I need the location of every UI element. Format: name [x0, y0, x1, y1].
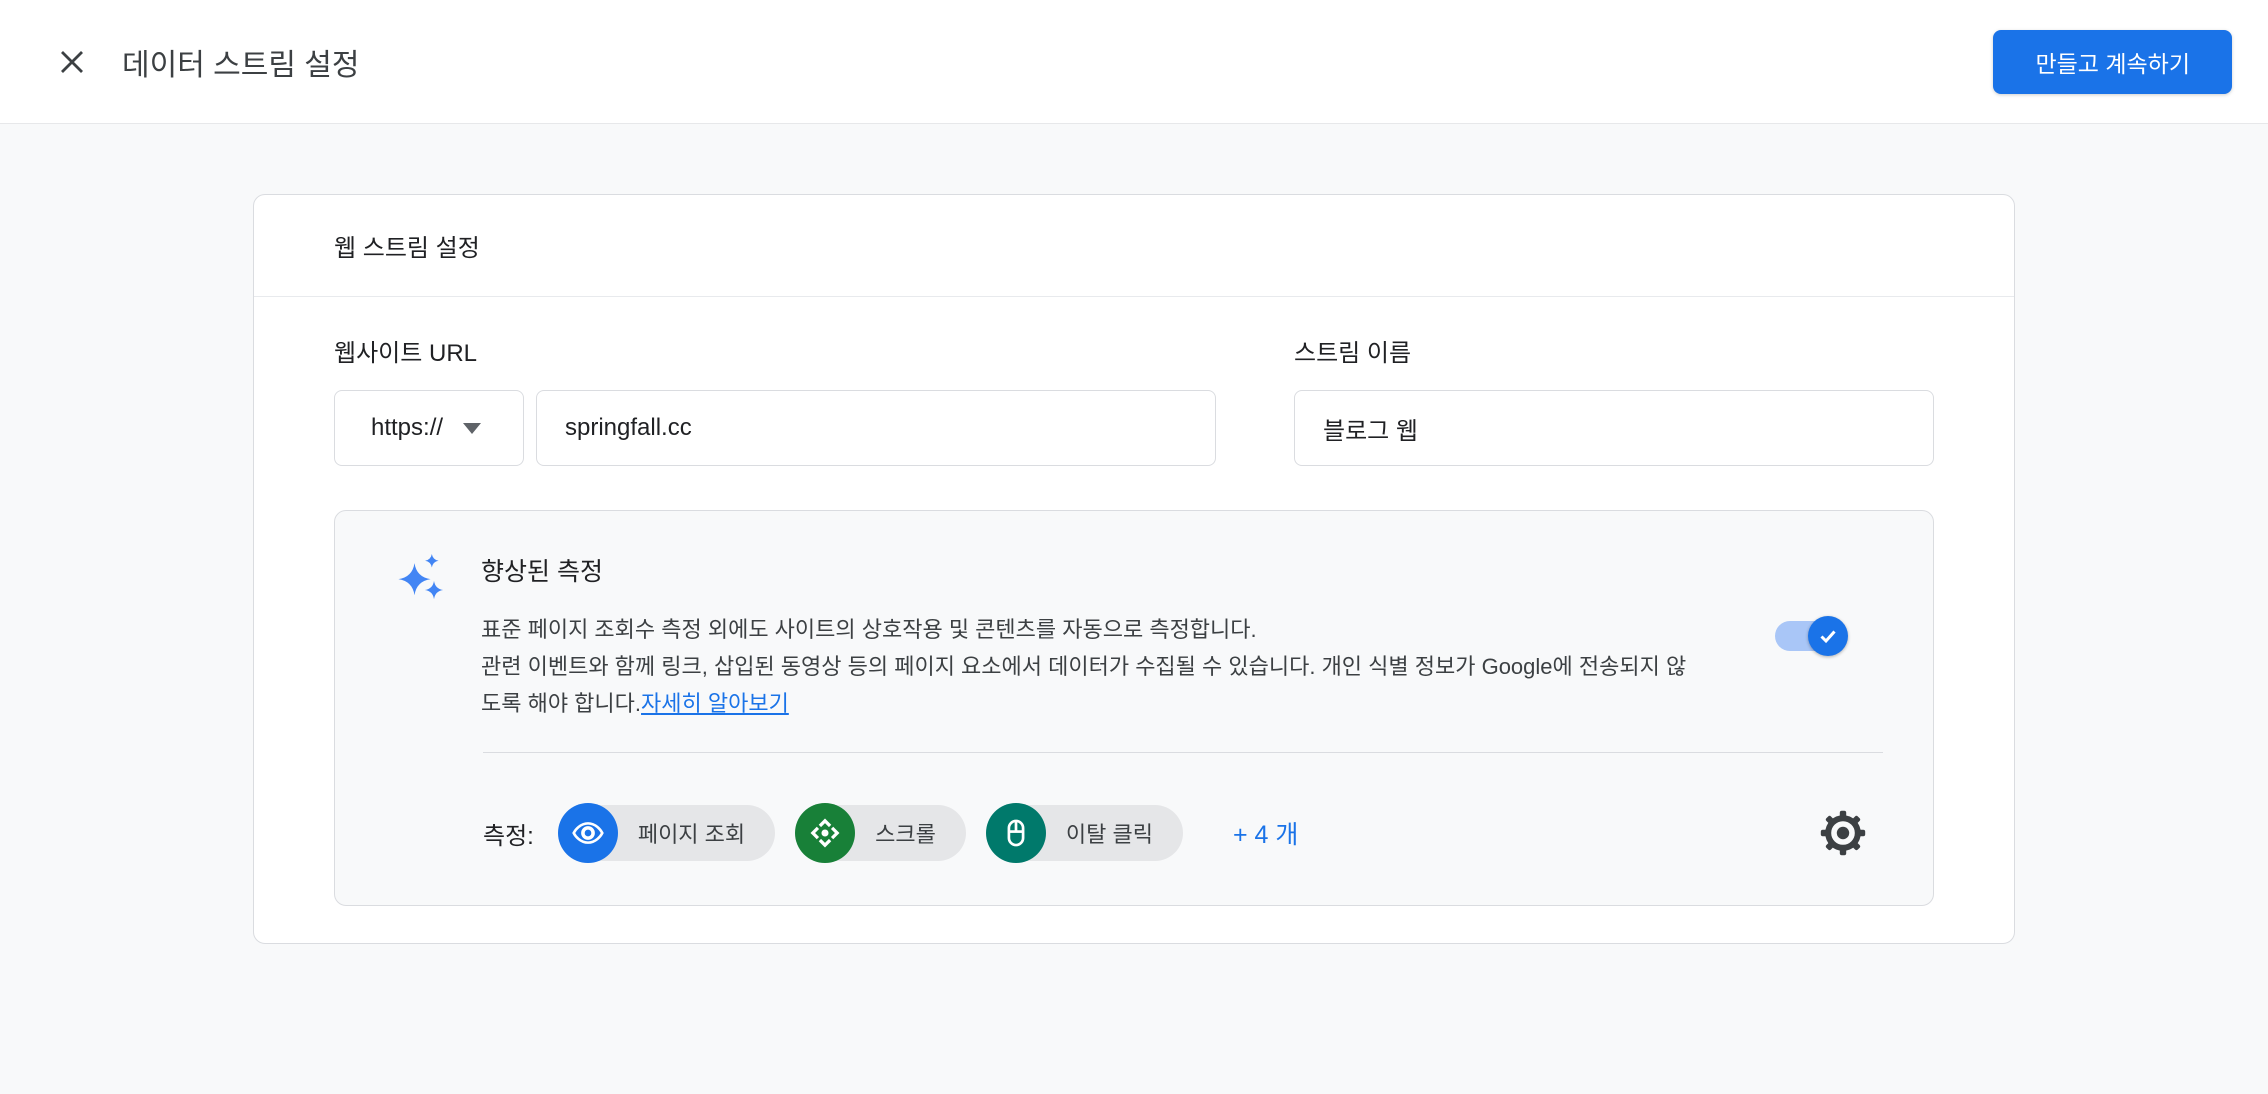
measure-label: 측정:: [483, 816, 534, 851]
chip-label: 페이지 조회: [638, 817, 745, 849]
mouse-icon: [999, 816, 1033, 850]
chip-label: 스크롤: [875, 817, 936, 849]
chevron-down-icon: [463, 423, 481, 434]
measurement-row: 측정: 페이지 조회: [335, 753, 1933, 913]
toggle-thumb: [1808, 616, 1848, 656]
stream-form: 웹사이트 URL https:// 스트림 이름: [334, 333, 1934, 466]
chip-page-view: 페이지 조회: [560, 805, 775, 861]
card-title: 웹 스트림 설정: [334, 228, 480, 263]
description-line-2: 관련 이벤트와 함께 링크, 삽입된 동영상 등의 페이지 요소에서 데이터가 …: [481, 648, 1686, 685]
page-title: 데이터 스트림 설정: [122, 40, 359, 84]
page-background: 웹 스트림 설정 웹사이트 URL https:// 스트림 이름: [0, 124, 2268, 1094]
protocol-value: https://: [371, 414, 443, 442]
chip-scroll: 스크롤: [797, 805, 966, 861]
page-view-badge: [558, 803, 618, 863]
learn-more-link[interactable]: 자세히 알아보기: [641, 691, 789, 716]
chip-outbound-click: 이탈 클릭: [988, 805, 1183, 861]
more-measurements-link[interactable]: + 4 개: [1233, 815, 1298, 851]
protocol-select[interactable]: https://: [334, 390, 524, 466]
outbound-click-badge: [986, 803, 1046, 863]
website-url-group: 웹사이트 URL https://: [334, 333, 1216, 466]
website-url-input[interactable]: [536, 390, 1216, 466]
stream-name-input[interactable]: [1294, 390, 1934, 466]
stream-name-group: 스트림 이름: [1294, 333, 1934, 466]
sparkle-icon: [395, 551, 447, 603]
enhanced-measurement-box: 향상된 측정 표준 페이지 조회수 측정 외에도 사이트의 상호작용 및 콘텐츠…: [334, 510, 1934, 906]
description-line-1: 표준 페이지 조회수 측정 외에도 사이트의 상호작용 및 콘텐츠를 자동으로 …: [481, 611, 1686, 648]
scroll-icon: [808, 816, 842, 850]
chip-label: 이탈 클릭: [1066, 817, 1153, 849]
close-icon: [54, 44, 90, 80]
card-body: 웹사이트 URL https:// 스트림 이름: [254, 297, 2014, 906]
check-icon: [1816, 624, 1840, 648]
website-url-label: 웹사이트 URL: [334, 333, 1216, 368]
web-stream-card: 웹 스트림 설정 웹사이트 URL https:// 스트림 이름: [253, 194, 2015, 944]
gear-icon: [1819, 809, 1867, 857]
eye-icon: [571, 816, 605, 850]
stream-name-label: 스트림 이름: [1294, 333, 1934, 368]
top-bar: 데이터 스트림 설정 만들고 계속하기: [0, 0, 2268, 124]
create-continue-button[interactable]: 만들고 계속하기: [1993, 30, 2232, 94]
enhanced-measurement-toggle[interactable]: [1775, 621, 1845, 651]
enhanced-description: 표준 페이지 조회수 측정 외에도 사이트의 상호작용 및 콘텐츠를 자동으로 …: [481, 611, 1686, 722]
description-line-3: 도록 해야 합니다.자세히 알아보기: [481, 685, 1686, 722]
measurement-settings-button[interactable]: [1815, 805, 1871, 861]
enhanced-title: 향상된 측정: [481, 547, 1686, 587]
scroll-badge: [795, 803, 855, 863]
card-header: 웹 스트림 설정: [254, 195, 2014, 297]
close-button[interactable]: [48, 38, 96, 86]
enhanced-text-block: 향상된 측정 표준 페이지 조회수 측정 외에도 사이트의 상호작용 및 콘텐츠…: [481, 547, 1686, 722]
